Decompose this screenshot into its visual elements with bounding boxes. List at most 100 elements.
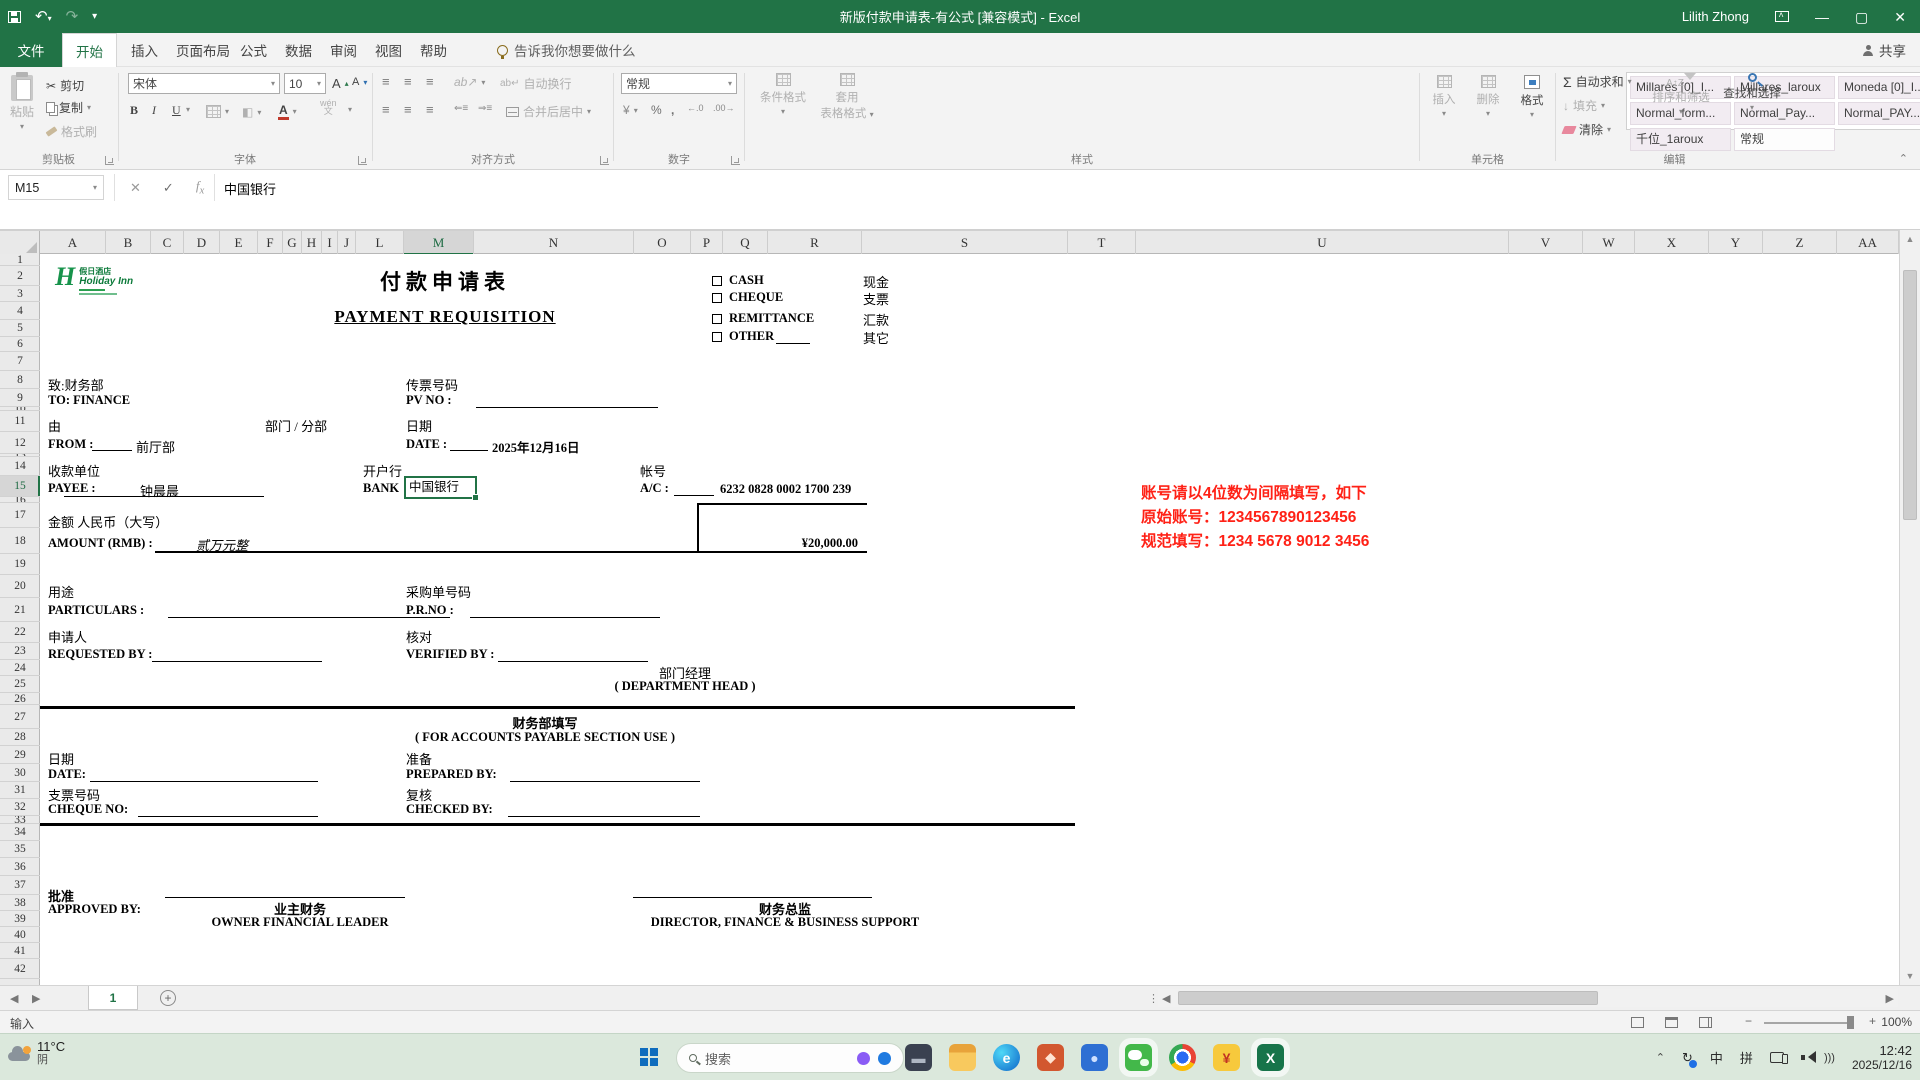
tab-file[interactable]: 文件 — [0, 33, 62, 67]
column-header[interactable]: N — [474, 231, 634, 255]
clipboard-dialog-launcher-icon[interactable] — [105, 156, 114, 165]
column-header[interactable]: W — [1583, 231, 1635, 255]
new-sheet-icon[interactable]: + — [160, 990, 176, 1006]
row-header[interactable]: 26 — [0, 693, 40, 705]
wrap-text-button[interactable]: ab↵ 自动换行 — [500, 75, 572, 92]
column-header[interactable]: A — [40, 231, 106, 255]
conditional-formatting-button[interactable]: 条件格式▾ — [752, 73, 814, 117]
cut-button[interactable]: ✂ 剪切 — [46, 77, 84, 94]
row-header[interactable]: 4 — [0, 302, 40, 320]
borders-icon[interactable]: ▾ — [206, 105, 229, 118]
column-header[interactable]: M — [404, 231, 474, 255]
formula-bar-value[interactable]: 中国银行 — [224, 179, 276, 198]
row-header[interactable]: 1 — [0, 254, 40, 266]
fill-color-icon[interactable]: ◧▾ — [242, 105, 261, 119]
taskbar-clock[interactable]: 12:42 2025/12/16 — [1852, 1043, 1912, 1073]
sheet-next-icon[interactable]: ▶ — [32, 992, 40, 1005]
row-header[interactable]: 37 — [0, 876, 40, 895]
excel-icon[interactable]: X — [1257, 1044, 1284, 1071]
tell-me-box[interactable]: 告诉我你想要做什么 — [497, 33, 636, 67]
column-header[interactable]: I — [322, 231, 338, 255]
tab-home[interactable]: 开始 — [62, 33, 117, 67]
name-box[interactable]: M15▾ — [8, 175, 104, 200]
sheet-tab-1[interactable]: 1 — [88, 986, 138, 1010]
number-dialog-launcher-icon[interactable] — [731, 156, 740, 165]
row-header[interactable]: 25 — [0, 676, 40, 693]
column-header[interactable]: Q — [723, 231, 768, 255]
sync-tray-icon[interactable]: ↻ — [1682, 1050, 1693, 1066]
column-header[interactable]: R — [768, 231, 862, 255]
autosum-button[interactable]: Σ 自动求和 ▾ — [1563, 73, 1632, 90]
column-header[interactable]: U — [1136, 231, 1509, 255]
wechat-icon[interactable] — [1125, 1044, 1152, 1071]
row-header[interactable]: 20 — [0, 575, 40, 598]
row-header[interactable]: 32 — [0, 799, 40, 816]
zoom-out-icon[interactable]: − — [1745, 1014, 1752, 1028]
row-header[interactable]: 18 — [0, 528, 40, 554]
row-header[interactable]: 36 — [0, 858, 40, 876]
align-top-icon[interactable]: ≡ — [382, 75, 390, 88]
font-name-combo[interactable]: 宋体▾ — [128, 73, 280, 94]
column-header[interactable]: D — [184, 231, 220, 255]
row-header[interactable]: 3 — [0, 286, 40, 302]
fill-button[interactable]: ↓ 填充 ▾ — [1563, 97, 1605, 114]
font-size-combo[interactable]: 10▾ — [284, 73, 326, 94]
chrome-icon[interactable] — [1169, 1044, 1196, 1071]
column-header[interactable]: O — [634, 231, 691, 255]
font-color-icon[interactable]: A▾ — [278, 103, 297, 120]
ime-language-indicator[interactable]: 中 — [1710, 1048, 1723, 1067]
row-header[interactable]: 21 — [0, 598, 40, 622]
row-header[interactable]: 42 — [0, 959, 40, 979]
edge-icon[interactable]: e — [993, 1044, 1020, 1071]
increase-indent-icon[interactable]: ⇒≡ — [478, 103, 492, 114]
column-header[interactable]: V — [1509, 231, 1583, 255]
row-header[interactable]: 14 — [0, 457, 40, 476]
row-header[interactable]: 8 — [0, 371, 40, 389]
insert-cells-button[interactable]: 插入▾ — [1423, 75, 1465, 119]
sheet-canvas[interactable] — [40, 254, 1899, 985]
orientation-icon[interactable]: ab↗▾ — [454, 75, 485, 89]
column-header[interactable]: J — [338, 231, 356, 255]
display-device-icon[interactable] — [1770, 1052, 1784, 1063]
weather-widget[interactable]: 11°C 阴 — [8, 1039, 65, 1067]
column-header[interactable]: F — [258, 231, 283, 255]
merge-center-button[interactable]: 合并后居中 ▾ — [506, 103, 591, 120]
taskbar-app-launcher-icon[interactable]: ▬ — [905, 1044, 932, 1071]
selected-cell-M15[interactable]: 中国银行 — [404, 476, 477, 499]
column-header[interactable]: H — [302, 231, 322, 255]
volume-icon[interactable] — [1801, 1051, 1817, 1064]
checkbox-cheque[interactable] — [712, 293, 722, 303]
hscroll-right-icon[interactable]: ▶ — [1886, 992, 1894, 1005]
format-painter-button[interactable]: 格式刷 — [46, 123, 97, 140]
row-header[interactable]: 28 — [0, 729, 40, 746]
column-header[interactable]: AA — [1837, 231, 1899, 255]
alignment-dialog-launcher-icon[interactable] — [600, 156, 609, 165]
page-layout-view-icon[interactable] — [1665, 1017, 1692, 1031]
taskbar-app-blue-icon[interactable]: ● — [1081, 1044, 1108, 1071]
normal-view-icon[interactable] — [1631, 1017, 1658, 1031]
row-header[interactable]: 31 — [0, 782, 40, 799]
zoom-level[interactable]: 100% — [1881, 1015, 1912, 1029]
checkbox-cash[interactable] — [712, 276, 722, 286]
zoom-slider-thumb[interactable] — [1847, 1016, 1854, 1029]
start-button[interactable] — [640, 1048, 658, 1066]
underline-dropdown-icon[interactable]: ▾ — [186, 105, 190, 114]
row-header[interactable]: 6 — [0, 337, 40, 352]
taskbar-search[interactable]: 搜索 — [676, 1043, 904, 1073]
row-header[interactable]: 22 — [0, 622, 40, 643]
cell-style-item[interactable]: Normal_PAY... — [1838, 102, 1920, 125]
page-break-view-icon[interactable] — [1699, 1017, 1726, 1031]
column-header[interactable]: X — [1635, 231, 1709, 255]
minimize-button[interactable]: — — [1815, 10, 1829, 24]
row-header[interactable]: 30 — [0, 764, 40, 782]
row-header[interactable]: 12 — [0, 432, 40, 454]
horizontal-scrollbar[interactable]: ◀ ▶ — [1158, 989, 1898, 1007]
increase-decimal-icon[interactable]: ←.0 — [687, 103, 704, 113]
bold-button[interactable]: B — [130, 103, 138, 118]
sheet-prev-icon[interactable]: ◀ — [10, 992, 18, 1005]
maximize-button[interactable]: ▢ — [1855, 10, 1868, 24]
number-format-combo[interactable]: 常规▾ — [621, 73, 737, 94]
checkbox-remittance[interactable] — [712, 314, 722, 324]
row-header[interactable]: 24 — [0, 660, 40, 676]
column-header[interactable]: Z — [1763, 231, 1837, 255]
